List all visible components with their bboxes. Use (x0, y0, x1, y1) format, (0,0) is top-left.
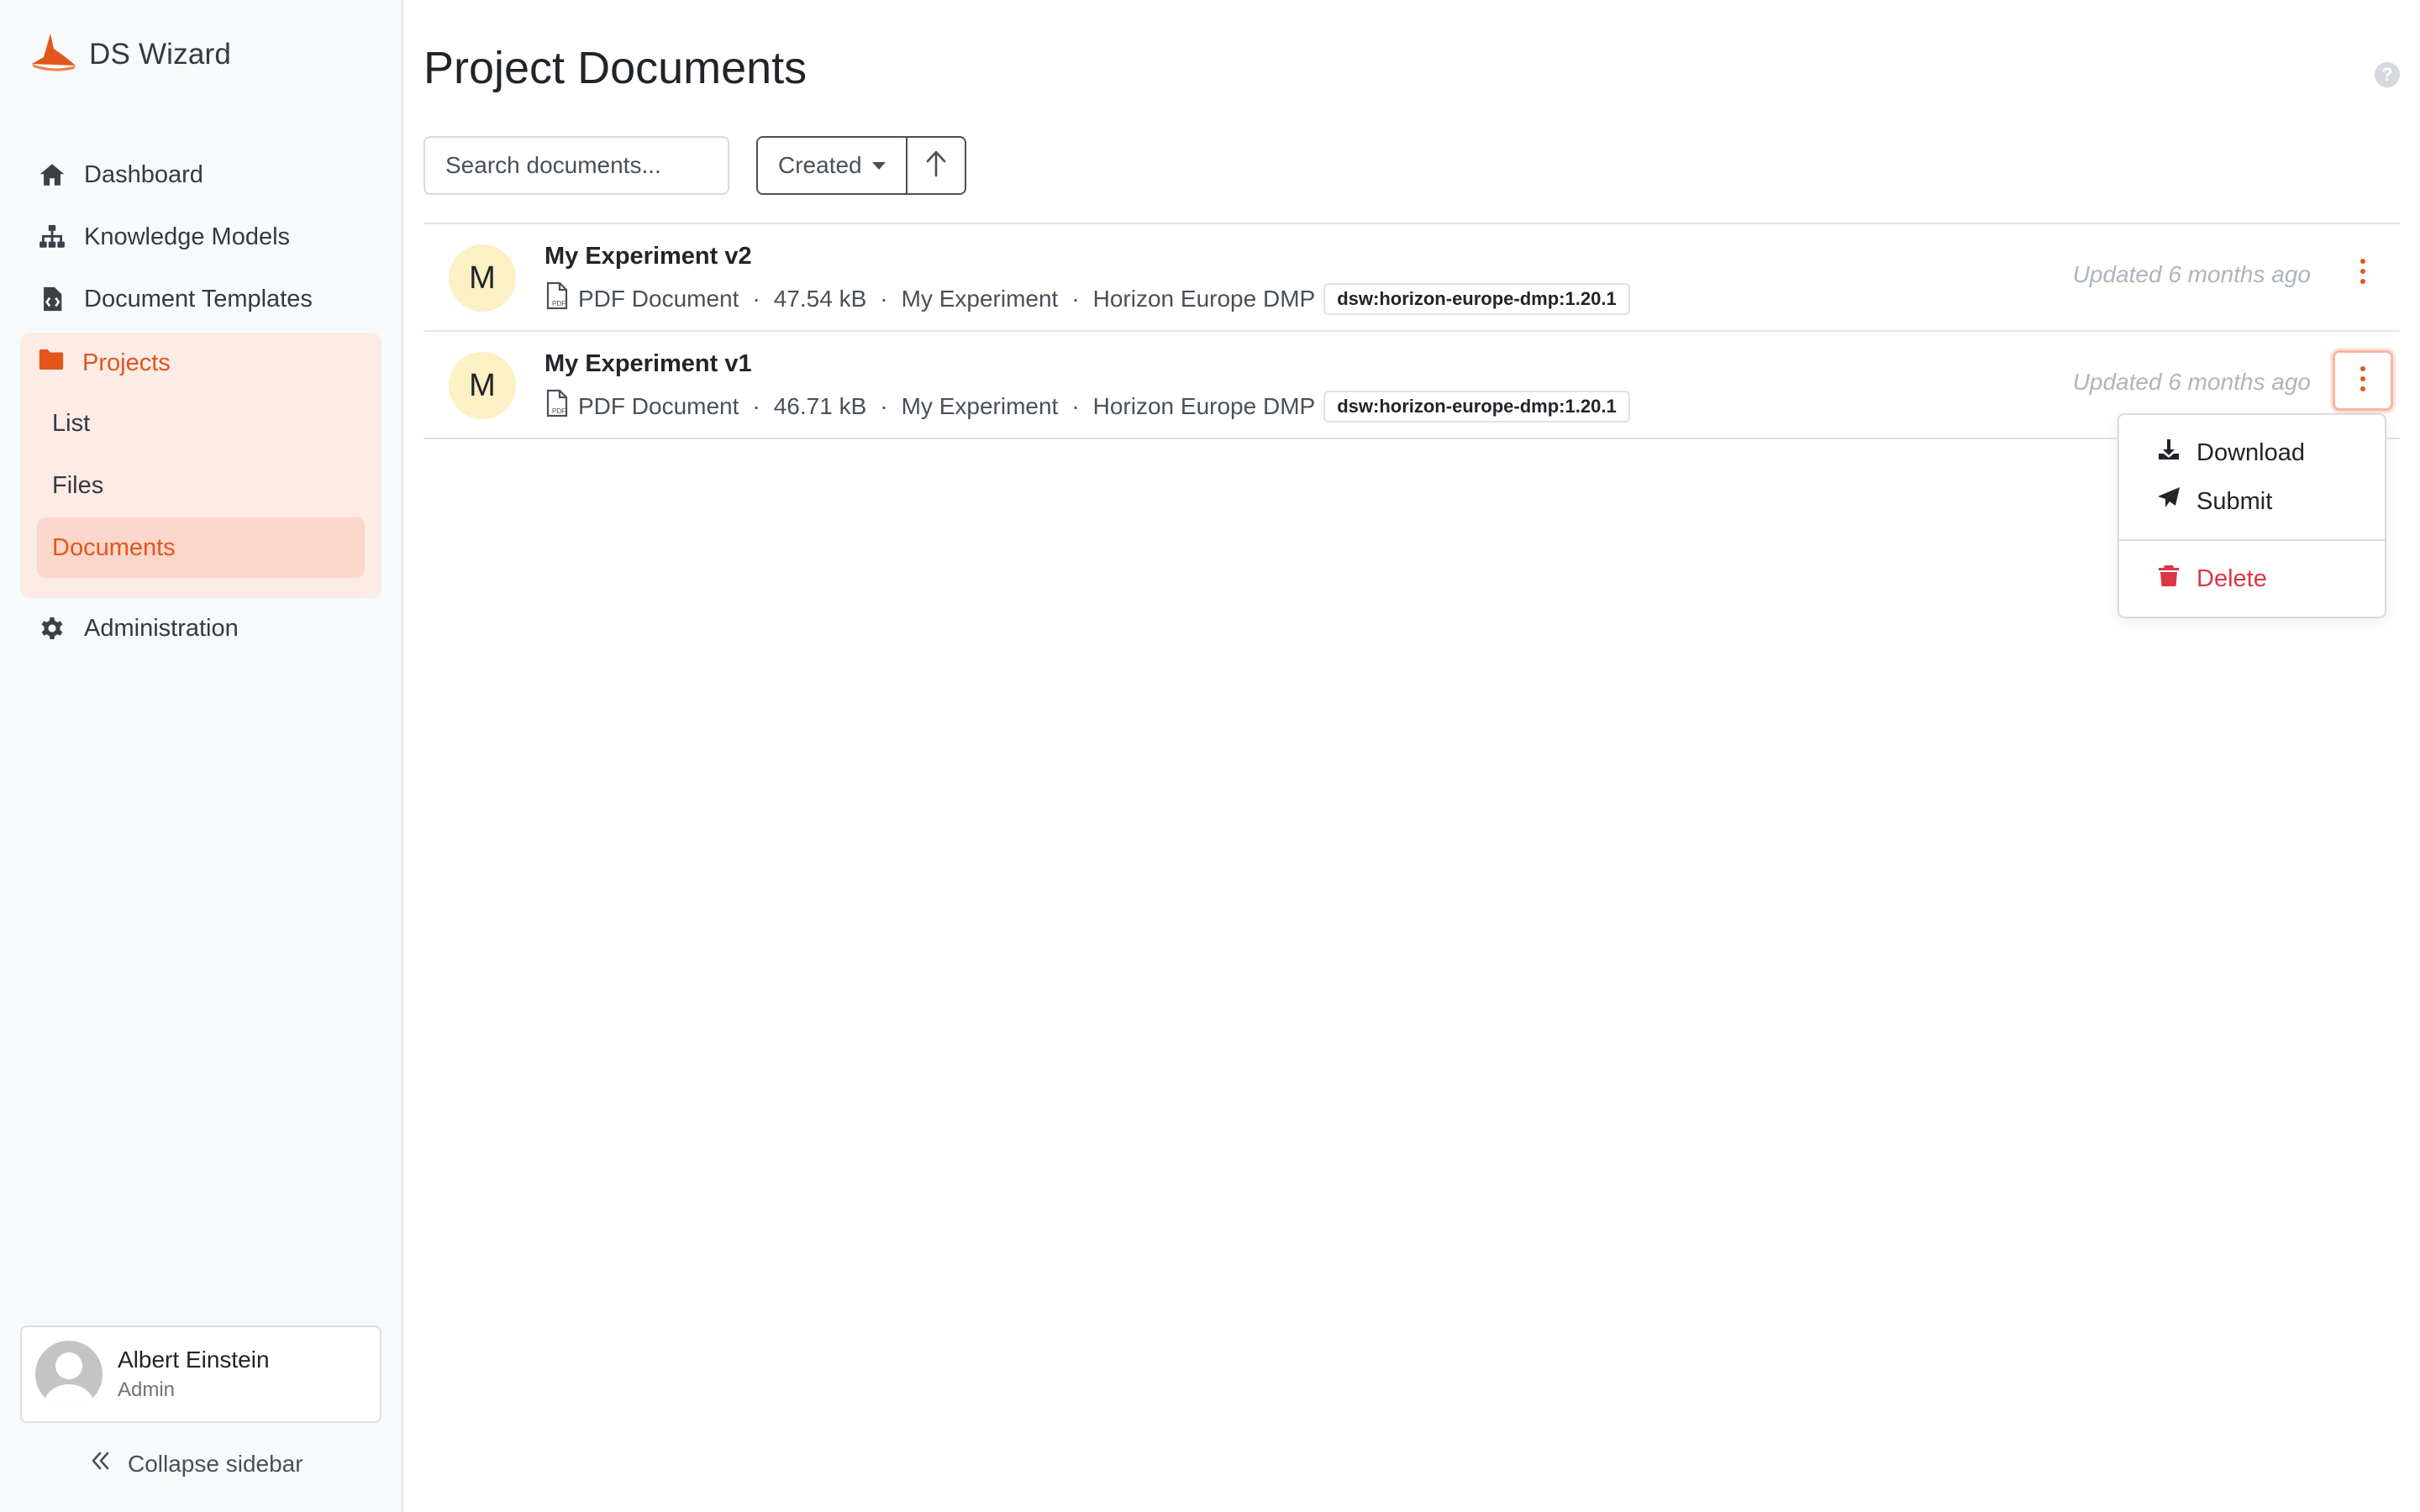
meta-separator: · (880, 392, 888, 419)
document-format: PDF Document (578, 285, 739, 312)
sidebar-subitem-list[interactable]: List (37, 393, 365, 454)
page-title: Project Documents (424, 43, 808, 93)
meta-separator: · (752, 285, 760, 312)
menu-item-label: Delete (2196, 564, 2267, 592)
brand[interactable]: DS Wizard (29, 32, 231, 76)
document-size: 46.71 kB (773, 392, 867, 419)
document-row[interactable]: M My Experiment v1 PDF PDF Document · 46… (424, 332, 2400, 439)
collapse-sidebar-label: Collapse sidebar (128, 1450, 303, 1477)
sidebar-subitem-label: Documents (52, 533, 176, 561)
sidebar-subitem-files[interactable]: Files (37, 455, 365, 516)
sidebar-item-dashboard[interactable]: Dashboard (20, 144, 381, 205)
document-template: Horizon Europe DMP (1092, 392, 1316, 419)
help-icon[interactable]: ? (2375, 62, 2400, 87)
menu-divider (2119, 539, 2385, 541)
sidebar-item-label: Projects (82, 349, 171, 376)
sort-field-label: Created (778, 152, 862, 178)
download-icon (2156, 437, 2181, 469)
sidebar-item-projects[interactable]: Projects (20, 333, 381, 393)
menu-item-delete[interactable]: Delete (2119, 554, 2385, 603)
document-size: 47.54 kB (773, 285, 867, 312)
user-info: Albert Einstein Admin (118, 1347, 270, 1402)
menu-item-label: Download (2196, 438, 2305, 466)
brand-name: DS Wizard (89, 37, 232, 71)
user-role: Admin (118, 1378, 176, 1401)
sidebar-item-label: Dashboard (84, 160, 203, 188)
sitemap-icon (37, 222, 67, 252)
sidebar-subitem-label: List (52, 409, 91, 437)
document-row[interactable]: M My Experiment v2 PDF PDF Document · 47… (424, 224, 2400, 332)
wizard-hat-logo-icon (29, 32, 79, 76)
file-pdf-icon: PDF (544, 389, 578, 423)
gear-icon (37, 613, 67, 643)
menu-item-download[interactable]: Download (2119, 428, 2385, 477)
user-name: Albert Einstein (118, 1347, 270, 1373)
template-id-badge: dsw:horizon-europe-dmp:1.20.1 (1323, 282, 1630, 315)
sidebar-item-document-templates[interactable]: Document Templates (20, 269, 381, 329)
document-avatar: M (449, 244, 516, 312)
ellipsis-vertical-icon (2358, 365, 2368, 397)
meta-separator: · (752, 392, 760, 419)
sidebar-item-label: Knowledge Models (84, 223, 291, 250)
sort-controls: Created (756, 136, 966, 195)
sidebar-item-administration[interactable]: Administration (20, 598, 381, 659)
arrow-up-icon (923, 150, 949, 182)
home-icon (37, 160, 67, 190)
double-chevron-left-icon (87, 1448, 113, 1479)
meta-separator: · (880, 285, 888, 312)
svg-text:PDF: PDF (552, 300, 566, 307)
file-code-icon (37, 284, 67, 314)
ellipsis-vertical-icon (2358, 257, 2368, 290)
document-updated: Updated 6 months ago (2072, 369, 2311, 395)
document-avatar: M (449, 352, 516, 419)
document-project[interactable]: My Experiment (902, 393, 1059, 420)
user-menu[interactable]: Albert Einstein Admin (20, 1326, 381, 1423)
search-input[interactable] (424, 136, 729, 195)
document-updated: Updated 6 months ago (2072, 261, 2311, 287)
trash-icon (2156, 563, 2181, 595)
document-project[interactable]: My Experiment (902, 286, 1059, 312)
menu-item-submit[interactable]: Submit (2119, 477, 2385, 526)
sidebar-item-knowledge-models[interactable]: Knowledge Models (20, 207, 381, 267)
sort-field-dropdown[interactable]: Created (758, 138, 906, 193)
folder-icon (37, 345, 66, 381)
menu-item-label: Submit (2196, 487, 2273, 515)
sidebar-item-label: Document Templates (84, 285, 313, 312)
row-actions-menu: Download Submit Delete (2118, 413, 2386, 618)
document-name[interactable]: My Experiment v1 (544, 350, 752, 378)
svg-text:PDF: PDF (552, 407, 566, 415)
sidebar-subitem-documents[interactable]: Documents (37, 517, 365, 578)
collapse-sidebar-button[interactable]: Collapse sidebar (87, 1448, 303, 1479)
row-actions-button[interactable] (2333, 350, 2393, 411)
sidebar-subitem-label: Files (52, 471, 104, 499)
row-actions-button[interactable] (2333, 243, 2393, 303)
meta-separator: · (1071, 285, 1080, 312)
template-id-badge: dsw:horizon-europe-dmp:1.20.1 (1323, 390, 1630, 423)
document-meta: PDF PDF Document · 47.54 kB · My Experim… (544, 281, 1630, 316)
file-pdf-icon: PDF (544, 281, 578, 316)
paper-plane-icon (2156, 486, 2181, 517)
document-meta: PDF PDF Document · 46.71 kB · My Experim… (544, 389, 1630, 423)
sidebar: DS Wizard Dashboard Knowledge Models Doc… (0, 0, 403, 1512)
document-template: Horizon Europe DMP (1092, 285, 1316, 312)
sidebar-item-label: Administration (84, 614, 239, 642)
document-format: PDF Document (578, 392, 739, 419)
caret-down-icon (871, 161, 886, 170)
meta-separator: · (1071, 392, 1080, 419)
sort-direction-button[interactable] (905, 138, 965, 193)
document-name[interactable]: My Experiment v2 (544, 243, 752, 270)
avatar (35, 1341, 103, 1408)
